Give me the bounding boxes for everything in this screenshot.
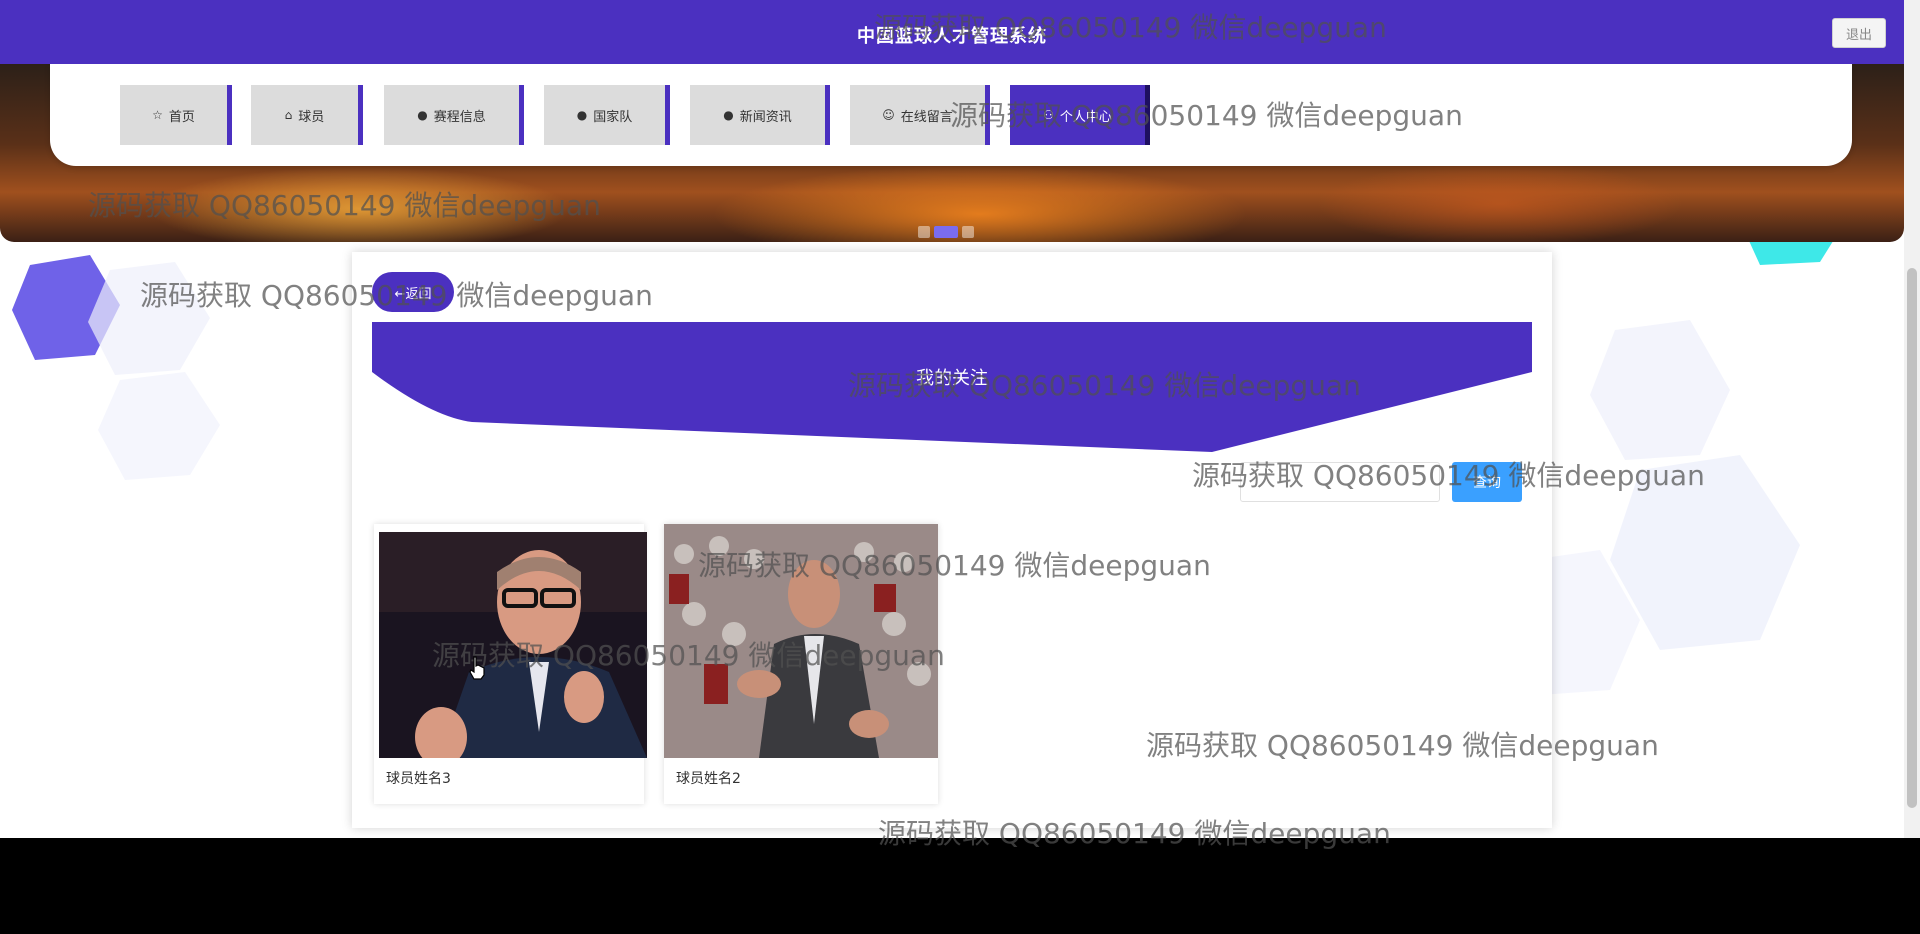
site-title: 中国篮球人才管理系统 — [857, 26, 1047, 47]
nav-label: 赛程信息 — [433, 109, 486, 125]
nav-item-personal-center[interactable]: ⚇ 个人中心 — [1010, 85, 1150, 145]
nav-menu: ☆ 首页 ⌂ 球员 ● 赛程信息 ● 国家队 ● 新闻资讯 ☺ 在线留言 ⚇ 个… — [50, 64, 1852, 166]
nav-label: 个人中心 — [1059, 109, 1112, 125]
nav-item-news[interactable]: ● 新闻资讯 — [690, 85, 830, 145]
search-button[interactable]: 查询 — [1452, 462, 1522, 502]
info-icon: ● — [723, 108, 734, 122]
player-card[interactable]: 球员姓名2 — [664, 524, 938, 804]
back-button[interactable]: ←返回 — [372, 272, 454, 312]
player-photo — [379, 532, 647, 758]
user-icon: ⚇ — [1043, 108, 1054, 122]
info-icon: ● — [417, 108, 428, 122]
player-card[interactable]: 球员姓名3 — [374, 524, 647, 804]
carousel-dot[interactable] — [962, 226, 974, 238]
logout-button[interactable]: 退出 — [1832, 18, 1886, 48]
bag-icon: ⌂ — [284, 108, 293, 122]
nav-item-players[interactable]: ⌂ 球员 — [251, 85, 363, 145]
nav-item-national-team[interactable]: ● 国家队 — [544, 85, 670, 145]
player-photo — [664, 524, 938, 758]
favorites-panel: ←返回 我的关注 查询 球员姓名3 球员姓名2 — [352, 252, 1552, 828]
bottom-black-area — [0, 838, 1920, 934]
scrollbar-thumb[interactable] — [1907, 268, 1917, 808]
carousel-dot-active[interactable] — [934, 226, 958, 238]
nav-label: 球员 — [298, 109, 325, 125]
nav-label: 国家队 — [593, 109, 633, 125]
nav-label: 首页 — [168, 109, 195, 125]
carousel-indicators — [918, 226, 974, 238]
nav-label: 新闻资讯 — [739, 109, 792, 125]
top-bar: 中国篮球人才管理系统 退出 — [0, 0, 1904, 64]
nav-label: 在线留言 — [900, 109, 953, 125]
carousel-dot[interactable] — [918, 226, 930, 238]
star-icon: ☆ — [152, 108, 163, 122]
smile-icon: ☺ — [882, 108, 895, 122]
section-title: 我的关注 — [916, 368, 988, 389]
nav-item-home[interactable]: ☆ 首页 — [120, 85, 232, 145]
nav-item-schedule[interactable]: ● 赛程信息 — [384, 85, 524, 145]
hand-cursor-icon — [469, 656, 485, 680]
player-name: 球员姓名3 — [386, 771, 451, 787]
search-input[interactable] — [1240, 462, 1440, 502]
nav-item-messages[interactable]: ☺ 在线留言 — [850, 85, 990, 145]
player-name: 球员姓名2 — [676, 771, 741, 787]
question-icon: ● — [576, 108, 588, 122]
